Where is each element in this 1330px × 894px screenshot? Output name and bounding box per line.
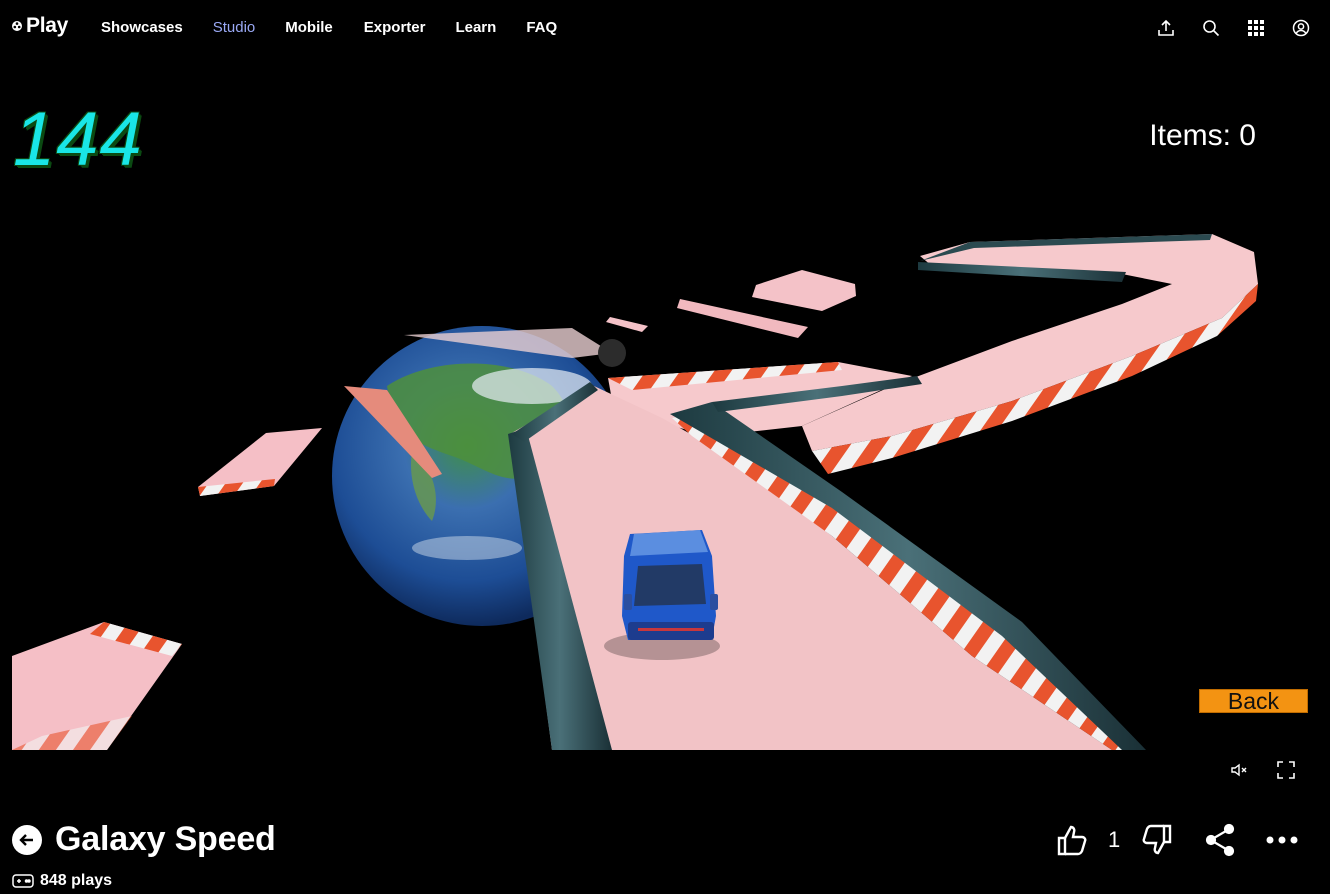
upload-icon[interactable] [1156, 18, 1176, 38]
nav-showcases[interactable]: Showcases [101, 19, 183, 36]
nav-learn[interactable]: Learn [455, 19, 496, 36]
gamepad-icon [12, 874, 34, 888]
brand-name: Play [26, 14, 68, 37]
more-icon[interactable] [1264, 822, 1300, 858]
like-count: 1 [1108, 827, 1121, 852]
header-actions [1156, 18, 1311, 38]
game-title-row: Galaxy Speed [12, 820, 276, 859]
apps-grid-icon[interactable] [1246, 18, 1266, 38]
search-icon[interactable] [1201, 18, 1221, 38]
game-viewport[interactable]: 144 Items: 0 Back [12, 56, 1318, 750]
top-navigation-bar: Play Showcases Studio Mobile Exporter Le… [0, 0, 1330, 56]
player-controls [0, 750, 1330, 790]
share-icon[interactable] [1202, 822, 1238, 858]
main-nav: Showcases Studio Mobile Exporter Learn F… [101, 19, 587, 36]
fullscreen-icon[interactable] [1276, 760, 1296, 780]
nav-mobile[interactable]: Mobile [285, 19, 333, 36]
back-arrow-button[interactable] [12, 824, 42, 855]
nav-studio[interactable]: Studio [213, 19, 256, 36]
thumbs-up-icon[interactable] [1055, 822, 1091, 858]
game-back-button[interactable]: Back [1199, 689, 1308, 713]
brand-logo-icon [12, 21, 22, 31]
speed-counter: 144 [13, 97, 143, 182]
thumbs-down-icon[interactable] [1138, 822, 1174, 858]
brand-logo-link[interactable]: Play [11, 14, 68, 38]
account-icon[interactable] [1291, 18, 1311, 38]
mute-icon[interactable] [1229, 760, 1249, 780]
arrow-left-icon [19, 833, 33, 846]
game-title: Galaxy Speed [55, 820, 276, 858]
game-scene [12, 234, 1258, 750]
nav-faq[interactable]: FAQ [526, 19, 557, 36]
nav-exporter[interactable]: Exporter [364, 19, 426, 36]
play-count: 848 plays [12, 872, 112, 890]
items-counter: Items: 0 [1149, 119, 1256, 152]
plays-label: 848 plays [40, 872, 113, 889]
race-track [508, 234, 1258, 750]
